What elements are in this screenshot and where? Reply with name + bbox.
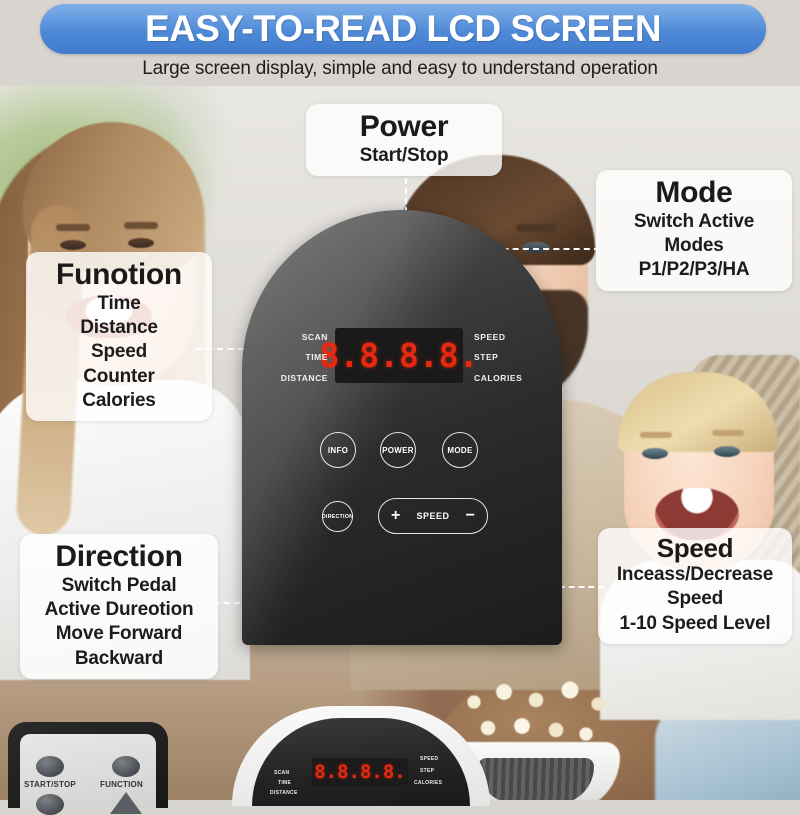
callout-mode-line-0: Switch Active Modes <box>633 210 755 256</box>
callout-function-line-2: Speed <box>90 341 148 363</box>
callout-direction-line-3: Backward <box>74 647 164 669</box>
callout-function-line-3: Counter <box>83 365 155 387</box>
direction-button[interactable]: DIRECTION <box>322 501 353 532</box>
remote-control-faceplate: START/STOP FUNCTION <box>20 734 156 815</box>
panel-glare <box>242 210 562 645</box>
lcd-control-panel: 8.8.8.8. SCAN TIME DISTANCE SPEED STEP C… <box>242 210 562 645</box>
callout-function-line-4: Calories <box>82 389 156 411</box>
lcd-display: 8.8.8.8. <box>320 328 478 383</box>
lcd-label-speed: SPEED <box>474 332 506 342</box>
callout-mode-line-1: P1/P2/P3/HA <box>638 259 750 281</box>
callout-direction-line-1: Active Dureotion <box>44 598 194 620</box>
inset-label-scan: SCAN <box>274 770 290 776</box>
lcd-label-distance: DISTANCE <box>280 373 328 383</box>
callout-function-title: Funotion <box>56 258 182 291</box>
lcd-label-calories: CALORIES <box>474 373 523 383</box>
callout-function: Funotion Time Distance Speed Counter Cal… <box>26 252 212 422</box>
callout-direction: Direction Switch Pedal Active Dureotion … <box>20 534 218 679</box>
callout-mode-title: Mode <box>655 176 733 209</box>
remote-function-button[interactable] <box>112 756 140 777</box>
power-button[interactable]: POWER <box>380 432 416 468</box>
callout-power-title: Power <box>359 110 449 143</box>
speed-increase-button[interactable]: + <box>391 508 400 524</box>
headline-banner: EASY-TO-READ LCD SCREEN <box>40 4 766 54</box>
lcd-label-time: TIME <box>305 352 328 362</box>
inset-label-distance: DISTANCE <box>270 790 298 796</box>
callout-mode: Mode Switch Active Modes P1/P2/P3/HA <box>596 170 792 291</box>
boy-brow-left <box>640 432 672 438</box>
boy-eye-left <box>642 448 668 459</box>
callout-speed-title: Speed <box>656 533 734 563</box>
man-brow-right <box>516 224 556 232</box>
remote-function-label: FUNCTION <box>100 780 143 789</box>
remote-start-stop-button[interactable] <box>36 756 64 777</box>
woman-eye-left <box>60 240 86 250</box>
callout-direction-line-0: Switch Pedal <box>61 574 177 596</box>
woman-eye-right <box>128 238 154 248</box>
callout-speed-line-1: Speed <box>666 588 724 610</box>
bowl-inner <box>478 758 594 800</box>
info-button[interactable]: INFO <box>320 432 356 468</box>
mode-button[interactable]: MODE <box>442 432 478 468</box>
remote-up-arrow-icon[interactable] <box>110 792 142 814</box>
boy-brow-right <box>712 430 744 436</box>
callout-power-line-0: Start/Stop <box>359 144 449 166</box>
speed-decrease-button[interactable]: − <box>466 508 475 524</box>
lcd-label-scan: SCAN <box>301 332 328 342</box>
callout-speed: Speed Inceass/Decrease Speed 1-10 Speed … <box>598 528 792 645</box>
inset-label-time: TIME <box>278 780 292 786</box>
inset-label-step: STEP <box>420 768 435 774</box>
callout-direction-title: Direction <box>55 540 183 573</box>
speed-control[interactable]: + SPEED − <box>378 498 488 534</box>
callout-direction-line-2: Move Forward <box>55 623 183 645</box>
speed-label: SPEED <box>416 511 450 521</box>
console-inset-display: 8.8.8.8. <box>312 758 408 786</box>
lcd-label-step: STEP <box>474 352 499 362</box>
callout-speed-line-2: 1-10 Speed Level <box>619 612 771 634</box>
inset-label-speed: SPEED <box>420 756 439 762</box>
remote-start-stop-label: START/STOP <box>24 780 76 789</box>
inset-label-calories: CALORIES <box>414 780 443 786</box>
callout-function-line-0: Time <box>97 292 141 314</box>
callout-power: Power Start/Stop <box>306 104 502 176</box>
boy-eye-right <box>714 446 740 457</box>
woman-brow-right <box>124 222 158 229</box>
callout-function-line-1: Distance <box>80 316 158 338</box>
headline-text: EASY-TO-READ LCD SCREEN <box>145 8 662 49</box>
subheadline-text: Large screen display, simple and easy to… <box>142 58 658 79</box>
lcd-display-value: 8.8.8.8. <box>319 336 479 375</box>
remote-extra-button[interactable] <box>36 794 64 815</box>
callout-speed-line-0: Inceass/Decrease <box>616 564 774 586</box>
woman-brow-left <box>56 224 90 231</box>
console-inset-display-value: 8.8.8.8. <box>314 761 406 783</box>
